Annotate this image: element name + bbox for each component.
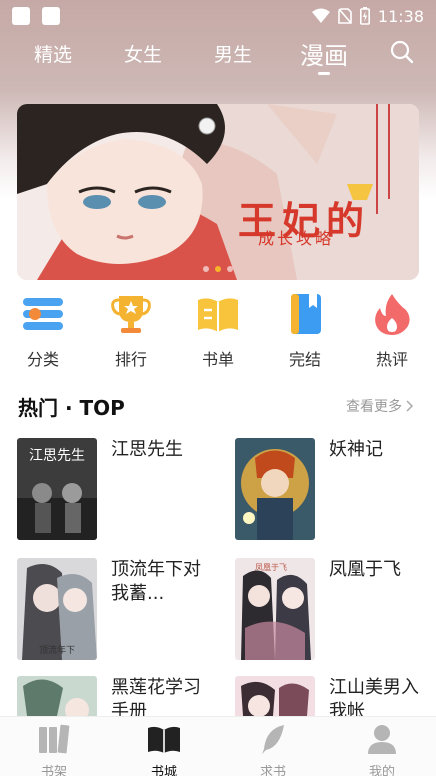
flame-icon xyxy=(375,294,410,335)
pagination-dot-active xyxy=(215,266,221,272)
battery-icon xyxy=(359,7,370,25)
book-cover xyxy=(235,438,315,540)
feather-icon xyxy=(262,725,284,754)
status-bar: 11:38 xyxy=(0,0,436,32)
category-label: 书单 xyxy=(201,350,234,369)
active-tab-indicator xyxy=(318,72,330,75)
clock: 11:38 xyxy=(377,6,424,26)
bookmark-book-icon xyxy=(291,294,321,334)
bottom-tab-bar: 书架 书城 求书 我的 xyxy=(0,716,436,776)
wifi-icon xyxy=(311,8,330,23)
bookshelf-icon xyxy=(39,724,70,754)
tab-qiushu[interactable]: 求书 xyxy=(243,723,303,776)
tab-nvsheng[interactable]: 女生 xyxy=(124,40,162,67)
tab-label: 书城 xyxy=(150,765,177,776)
book-title: 妖神记 xyxy=(329,439,383,460)
tab-label: 书架 xyxy=(40,765,67,776)
category-label: 排行 xyxy=(114,350,147,369)
tab-shujia[interactable]: 书架 xyxy=(24,723,84,776)
notification-icon xyxy=(42,7,60,25)
category-shudan[interactable]: 书单 xyxy=(183,292,253,370)
view-more-label: 查看更多 xyxy=(346,399,402,415)
category-fenlei[interactable]: 分类 xyxy=(8,292,78,370)
book-item[interactable]: 妖神记 xyxy=(235,438,425,540)
svg-text:凤凰于飞: 凤凰于飞 xyxy=(255,563,287,572)
book-item[interactable]: 凤凰于飞 凤凰于飞 xyxy=(235,558,425,660)
svg-text:江思先生: 江思先生 xyxy=(29,448,85,464)
category-represent[interactable]: 热评 xyxy=(357,292,427,370)
notification-icon xyxy=(12,7,30,25)
open-book-icon xyxy=(198,298,238,332)
no-sim-icon xyxy=(338,8,352,24)
book-cover: 顶流年下 xyxy=(17,558,97,660)
svg-text:顶流年下: 顶流年下 xyxy=(39,644,75,656)
book-item[interactable]: 顶流年下 顶流年下对我蓄... xyxy=(17,558,207,660)
open-book-icon xyxy=(148,726,180,753)
category-label: 完结 xyxy=(288,350,321,369)
category-row: 分类 排行 书单 完结 热评 xyxy=(0,292,436,370)
tab-jingxuan[interactable]: 精选 xyxy=(34,40,72,67)
category-paihang[interactable]: 排行 xyxy=(96,292,166,370)
tab-manhua[interactable]: 漫画 xyxy=(300,36,348,71)
book-cover: 江思先生 xyxy=(17,438,97,540)
book-title: 顶流年下对我蓄... xyxy=(111,559,201,604)
tab-label: 我的 xyxy=(368,765,395,776)
tab-shucheng[interactable]: 书城 xyxy=(134,723,194,776)
book-title: 凤凰于飞 xyxy=(329,559,401,580)
top-nav: 精选 女生 男生 漫画 xyxy=(0,32,436,76)
book-title: 江思先生 xyxy=(111,439,183,460)
search-icon[interactable] xyxy=(388,38,416,66)
book-item[interactable]: 江思先生 江思先生 xyxy=(17,438,207,540)
list-icon xyxy=(23,298,63,330)
pagination-dot xyxy=(227,266,233,272)
pagination-dot xyxy=(203,266,209,272)
trophy-icon xyxy=(111,296,151,333)
tab-nansheng[interactable]: 男生 xyxy=(214,40,252,67)
category-label: 分类 xyxy=(26,350,59,369)
person-icon xyxy=(368,725,396,754)
chevron-right-icon xyxy=(406,400,414,412)
view-more-link[interactable]: 查看更多 xyxy=(346,396,414,416)
tab-wode[interactable]: 我的 xyxy=(352,723,412,776)
banner-subtitle: 成长攻略 xyxy=(258,229,335,248)
tab-label: 求书 xyxy=(259,765,286,776)
book-cover: 凤凰于飞 xyxy=(235,558,315,660)
banner-pagination xyxy=(17,266,419,272)
category-wanjie[interactable]: 完结 xyxy=(270,292,340,370)
section-title: 热门 · TOP xyxy=(18,396,125,420)
category-label: 热评 xyxy=(375,350,408,369)
